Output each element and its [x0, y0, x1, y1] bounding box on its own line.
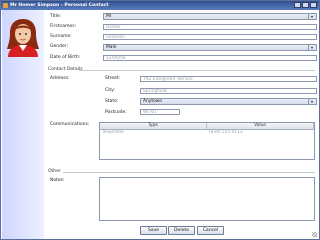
cancel-button[interactable]: Cancel: [197, 226, 224, 235]
notes-label: Notes:: [50, 178, 65, 183]
column-header-value[interactable]: Value: [207, 123, 314, 129]
firstnames-label: Firstnames:: [50, 24, 77, 29]
dob-field[interactable]: 12/05/56: [103, 55, 317, 61]
minimize-button[interactable]: [294, 2, 301, 8]
title-label: Title:: [50, 14, 62, 19]
cell-type: Telephone: [102, 130, 124, 135]
communications-table[interactable]: Type Value Telephone (939) 555-0113: [99, 122, 315, 160]
window-title: Mr Homer Simpson - Personal Contact: [10, 3, 109, 8]
resize-grip-icon[interactable]: [312, 232, 317, 237]
surname-label: Surname:: [50, 34, 72, 39]
gender-select[interactable]: Male: [103, 44, 317, 51]
app-icon: [3, 3, 8, 8]
close-button[interactable]: [310, 2, 317, 8]
communications-label: Communications:: [50, 122, 90, 127]
postcode-label: Postcode:: [105, 110, 127, 115]
cell-value: (939) 555-0113: [209, 130, 243, 135]
street-field[interactable]: 742 Evergreen Terrace: [140, 76, 317, 82]
dob-label: Date of Birth:: [50, 55, 81, 60]
chevron-down-icon[interactable]: [308, 45, 316, 50]
contact-window: Mr Homer Simpson - Personal Contact Titl…: [0, 0, 320, 240]
save-button[interactable]: Save: [140, 226, 167, 235]
section-divider: [79, 70, 315, 71]
state-label: State:: [105, 99, 119, 104]
delete-button[interactable]: Delete: [168, 226, 195, 235]
maximize-button[interactable]: [302, 2, 309, 8]
title-value: Mr: [106, 14, 112, 19]
contact-details-heading: Contact Details: [48, 67, 83, 72]
gender-value: Male: [106, 45, 117, 50]
table-header: Type Value: [100, 123, 314, 130]
chevron-down-icon[interactable]: [308, 99, 316, 104]
city-field[interactable]: Springfield: [140, 88, 317, 94]
surname-field[interactable]: Simpson: [103, 34, 317, 40]
title-select[interactable]: Mr: [103, 13, 317, 20]
street-label: Street:: [105, 76, 121, 81]
window-controls: [294, 2, 317, 8]
address-label: Address:: [50, 76, 70, 81]
column-header-type[interactable]: Type: [100, 123, 207, 129]
contact-avatar-icon: [7, 19, 39, 57]
gender-label: Gender:: [50, 44, 69, 49]
state-select[interactable]: Anytown: [140, 98, 317, 105]
table-row[interactable]: Telephone (939) 555-0113: [100, 130, 314, 136]
notes-textarea[interactable]: [99, 177, 315, 221]
state-value: Anytown: [143, 99, 163, 104]
section-divider: [63, 172, 315, 173]
chevron-down-icon[interactable]: [308, 14, 316, 19]
other-heading: Other: [48, 169, 61, 174]
title-bar[interactable]: Mr Homer Simpson - Personal Contact: [1, 1, 319, 10]
postcode-field[interactable]: 90701: [140, 109, 180, 115]
firstnames-field[interactable]: Homer: [103, 24, 317, 30]
city-label: City:: [105, 88, 116, 93]
